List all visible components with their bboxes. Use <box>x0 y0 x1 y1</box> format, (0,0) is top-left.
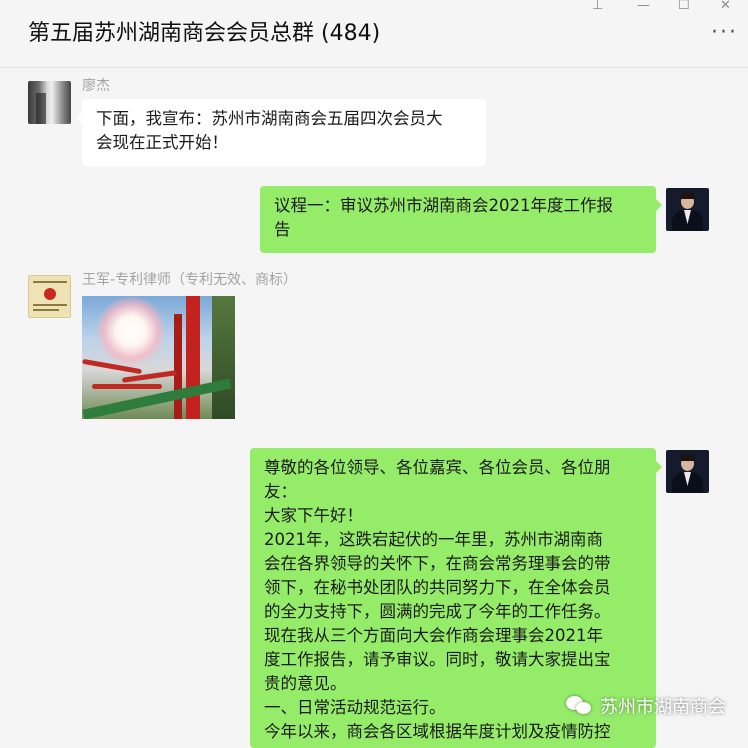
watermark: 苏州市湖南商会 <box>566 693 726 719</box>
maximize-icon[interactable]: ☐ <box>678 0 690 13</box>
red-lanterns-celebration-photo[interactable] <box>82 296 235 419</box>
sender-name: 廖杰 <box>82 78 110 94</box>
wechat-icon <box>566 696 592 716</box>
pin-icon[interactable]: ⊥ <box>592 0 603 13</box>
more-options-icon[interactable]: ··· <box>711 22 738 44</box>
chat-title: 第五届苏州湖南商会会员总群 (484) <box>28 21 381 46</box>
man-in-suit-avatar[interactable] <box>666 450 709 493</box>
hall-photo-avatar[interactable] <box>28 81 71 124</box>
minimize-icon[interactable]: — <box>637 0 650 13</box>
sender-name: 王军-专利律师（专利无效、商标） <box>82 272 298 288</box>
chat-header: 第五届苏州湖南商会会员总群 (484) ⊥ — ☐ ✕ ··· <box>0 0 748 68</box>
man-in-suit-avatar[interactable] <box>666 188 709 231</box>
watermark-text: 苏州市湖南商会 <box>600 697 726 718</box>
message-bubble[interactable]: 下面，我宣布：苏州市湖南商会五届四次会员大 会现在正式开始！ <box>76 99 486 166</box>
message-bubble[interactable]: 议程一：审议苏州市湖南商会2021年度工作报 告 <box>260 186 662 253</box>
close-icon[interactable]: ✕ <box>720 0 731 13</box>
certificate-avatar[interactable] <box>28 275 71 318</box>
